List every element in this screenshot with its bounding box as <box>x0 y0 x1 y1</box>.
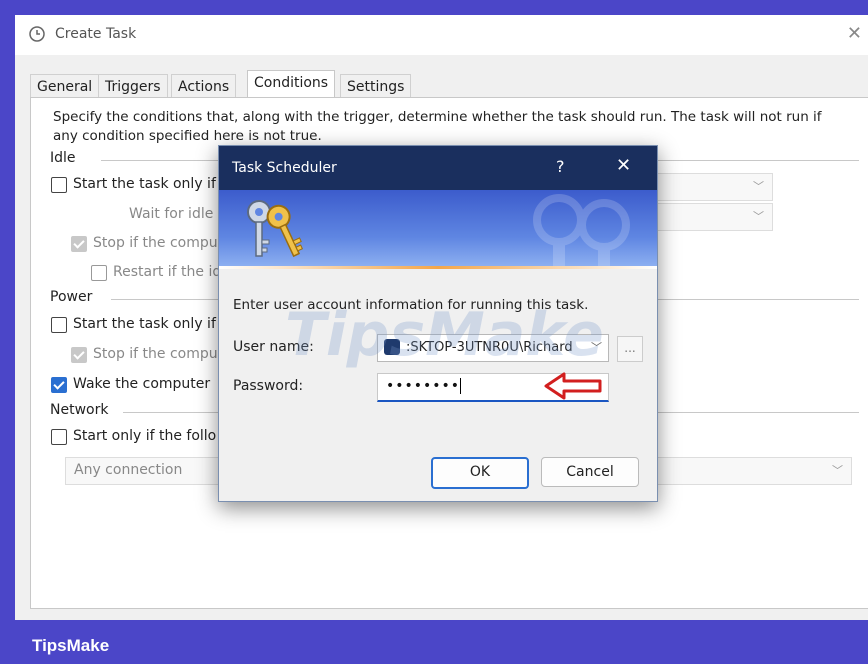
chevron-down-icon: ﹀ <box>753 180 764 193</box>
clock-icon <box>29 26 45 42</box>
idle-restart-label: Restart if the id <box>113 264 222 280</box>
idle-restart-checkbox[interactable] <box>91 265 107 281</box>
network-start-checkbox[interactable] <box>51 429 67 445</box>
password-label: Password: <box>233 378 304 394</box>
dialog-banner <box>219 190 657 269</box>
chevron-down-icon: ﹀ <box>832 464 843 477</box>
red-arrow-icon <box>544 372 602 400</box>
banner-accent-line <box>219 266 657 269</box>
section-power: Power <box>50 289 99 305</box>
dialog-title: Task Scheduler <box>232 160 337 176</box>
browse-user-button[interactable]: ... <box>617 336 643 362</box>
wait-for-idle-label: Wait for idle <box>129 206 214 222</box>
tab-settings[interactable]: Settings <box>340 74 412 99</box>
close-icon[interactable]: ✕ <box>847 23 862 44</box>
power-stop-label: Stop if the compu <box>93 346 218 362</box>
chevron-down-icon: ﹀ <box>753 210 764 223</box>
text-caret <box>460 378 462 394</box>
tab-triggers[interactable]: Triggers <box>98 74 168 99</box>
idle-stop-checkbox[interactable] <box>71 236 87 252</box>
network-connection-value: Any connection <box>74 462 183 478</box>
idle-start-checkbox[interactable] <box>51 177 67 193</box>
keys-icon <box>247 200 304 258</box>
wake-computer-checkbox[interactable] <box>51 377 67 393</box>
banner-keys-watermark-icon <box>533 194 630 269</box>
section-idle: Idle <box>50 150 82 166</box>
tab-conditions[interactable]: Conditions <box>247 70 336 99</box>
section-network: Network <box>50 402 115 418</box>
dialog-title-bar: Task Scheduler ? ✕ <box>219 146 657 190</box>
network-start-label: Start only if the follo <box>73 428 217 444</box>
window-title: Create Task <box>55 26 137 42</box>
power-start-checkbox[interactable] <box>51 317 67 333</box>
ok-button[interactable]: OK <box>431 457 529 489</box>
title-bar: Create Task ✕ <box>15 15 868 55</box>
watermark: TipsMake <box>285 300 604 370</box>
password-dots: •••••••• <box>386 378 461 394</box>
idle-start-label: Start the task only if <box>73 176 216 192</box>
tab-actions[interactable]: Actions <box>171 74 237 99</box>
dialog-close-button[interactable]: ✕ <box>616 155 631 176</box>
wake-computer-label: Wake the computer <box>73 376 211 392</box>
power-start-label: Start the task only if <box>73 316 216 332</box>
idle-stop-label: Stop if the compu <box>93 235 218 251</box>
power-stop-checkbox[interactable] <box>71 347 87 363</box>
conditions-description: Specify the conditions that, along with … <box>53 109 822 144</box>
cancel-button[interactable]: Cancel <box>541 457 639 487</box>
help-button[interactable]: ? <box>556 157 565 176</box>
brand-label: TipsMake <box>32 636 110 655</box>
tab-general[interactable]: General <box>30 74 100 99</box>
password-value: •••••••• <box>386 378 462 394</box>
